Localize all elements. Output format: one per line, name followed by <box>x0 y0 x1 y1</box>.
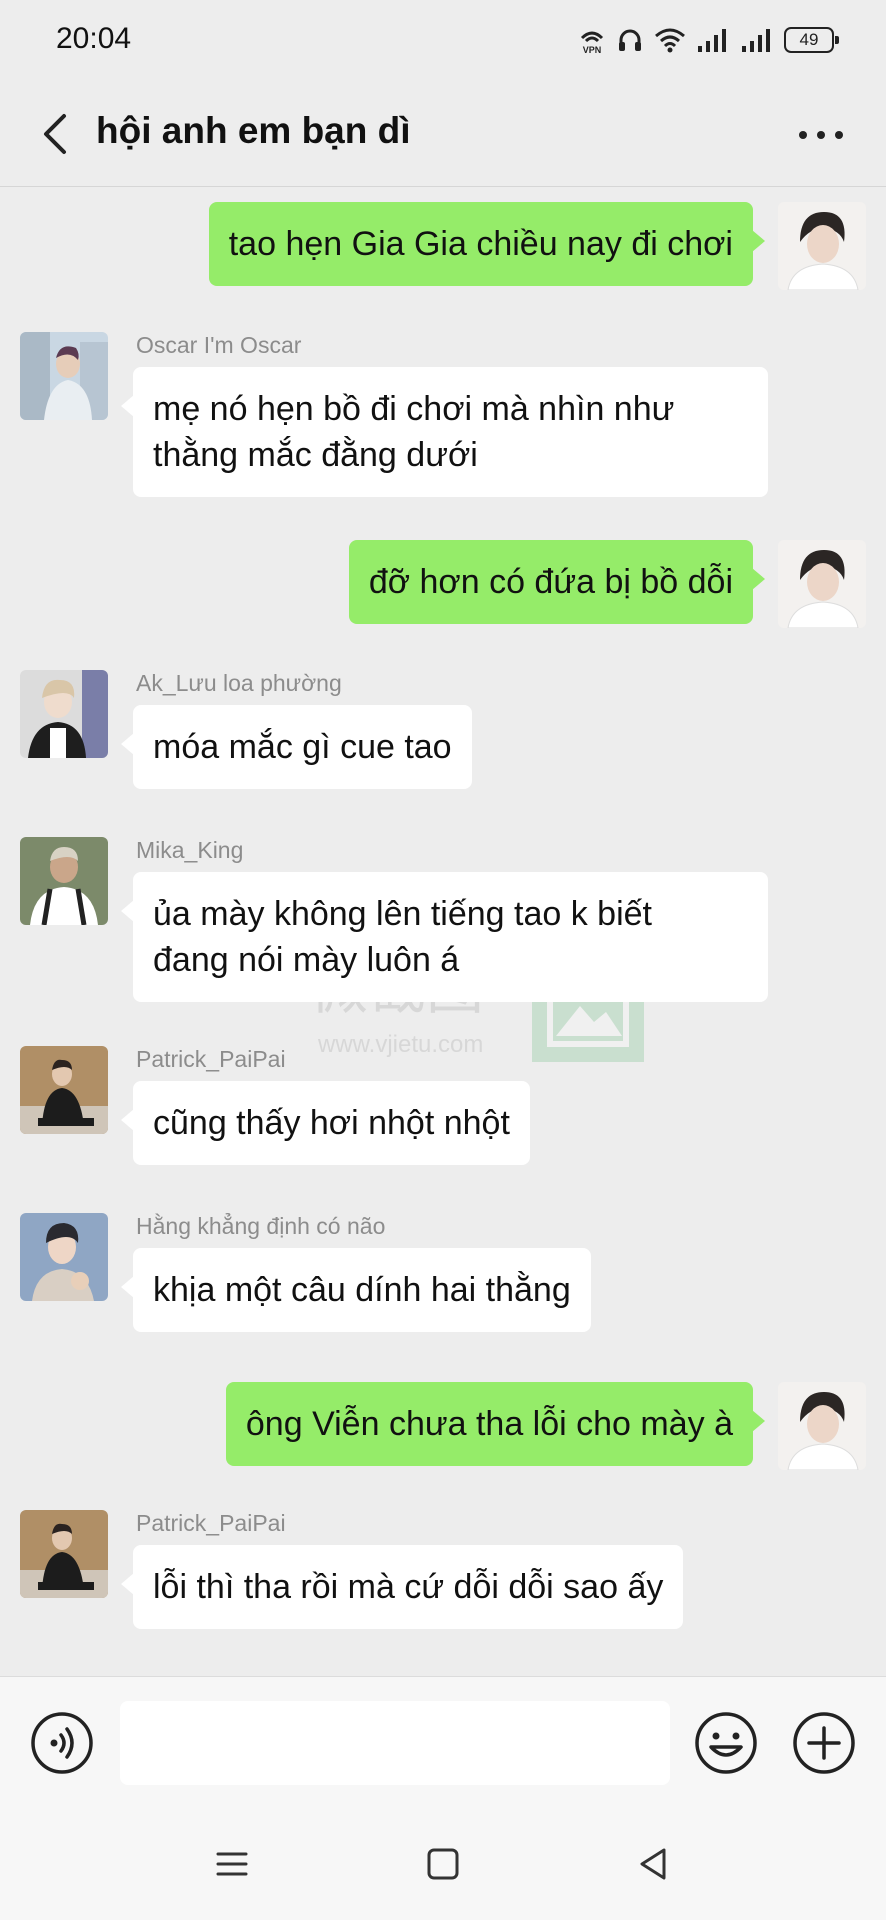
avatar-mika-king[interactable] <box>20 837 108 925</box>
more-dots-icon <box>799 131 807 139</box>
nav-recents-button[interactable] <box>210 1842 254 1886</box>
emoji-icon <box>695 1712 757 1774</box>
status-time: 20:04 <box>56 22 132 55</box>
avatar-hang[interactable] <box>20 1213 108 1301</box>
message-list[interactable]: tao hẹn Gia Gia chiều nay đi chơi Oscar … <box>0 188 886 1676</box>
avatar-self[interactable] <box>778 1382 866 1470</box>
message-text: tao hẹn Gia Gia chiều nay đi chơi <box>228 225 733 263</box>
vpn-icon: VPN <box>580 31 604 54</box>
chat-title: hội anh em bạn dì <box>96 110 411 151</box>
sender-name: Oscar I'm Oscar <box>136 332 302 358</box>
system-nav-bar <box>0 1808 886 1920</box>
message-bubble[interactable]: ông Viễn chưa tha lỗi cho mày à <box>225 1382 766 1466</box>
back-button[interactable] <box>30 104 80 164</box>
sender-name: Mika_King <box>136 837 244 863</box>
avatar-self[interactable] <box>778 540 866 628</box>
sender-name: Hằng khẳng định có não <box>136 1213 386 1239</box>
message-text: móa mắc gì cue tao <box>153 728 452 766</box>
message-text-line: ủa mày không lên tiếng tao k biết <box>153 895 652 933</box>
message-text-line: đang nói mày luôn á <box>153 941 460 979</box>
back-icon <box>640 1848 666 1880</box>
signal-icon <box>742 29 770 52</box>
nav-back-button[interactable] <box>632 1842 676 1886</box>
message-text: khịa một câu dính hai thằng <box>153 1271 571 1309</box>
chevron-left-icon <box>44 114 66 154</box>
message-bubble[interactable]: đỡ hơn có đứa bị bồ dỗi <box>348 540 766 624</box>
message-bubble[interactable]: móa mắc gì cue tao <box>121 705 472 789</box>
message-text: đỡ hơn có đứa bị bồ dỗi <box>368 563 733 601</box>
avatar-self[interactable] <box>778 202 866 290</box>
more-options-button[interactable] <box>786 110 856 160</box>
watermark-url: www.vjietu.com <box>317 1031 483 1058</box>
more-actions-button[interactable] <box>792 1711 856 1775</box>
message-bubble[interactable]: tao hẹn Gia Gia chiều nay đi chơi <box>208 202 766 286</box>
voice-icon <box>31 1712 93 1774</box>
battery-icon: 49 <box>784 27 839 53</box>
message-bubble[interactable]: cũng thấy hơi nhột nhột <box>121 1081 530 1165</box>
message-text: lỗi thì tha rồi mà cứ dỗi dỗi sao ấy <box>153 1568 664 1606</box>
message-text: cũng thấy hơi nhột nhột <box>153 1104 510 1142</box>
voice-button[interactable] <box>30 1711 94 1775</box>
message-text: ông Viễn chưa tha lỗi cho mày à <box>245 1405 733 1443</box>
wifi-icon <box>655 28 685 53</box>
plus-icon <box>793 1712 855 1774</box>
avatar-oscar[interactable] <box>20 332 108 420</box>
headphones-icon <box>619 29 641 51</box>
sender-name: Patrick_PaiPai <box>136 1046 286 1072</box>
menu-icon <box>216 1852 248 1876</box>
input-bar <box>0 1676 886 1808</box>
signal-icon <box>698 29 726 52</box>
message-bubble[interactable]: ủa mày không lên tiếng tao k biết đang n… <box>121 872 768 1002</box>
sender-name: Patrick_PaiPai <box>136 1510 286 1536</box>
svg-text:VPN: VPN <box>583 45 602 54</box>
message-bubble[interactable]: lỗi thì tha rồi mà cứ dỗi dỗi sao ấy <box>120 1545 684 1629</box>
message-bubble[interactable]: mẹ nó hẹn bồ đi chơi mà nhìn như thằng m… <box>121 367 768 497</box>
avatar-ak-luu[interactable] <box>20 670 108 758</box>
message-text-line: mẹ nó hẹn bồ đi chơi mà nhìn như <box>153 390 675 428</box>
status-bar: 20:04 VPN 49 <box>0 0 886 80</box>
sender-name: Ak_Lưu loa phường <box>136 670 342 696</box>
nav-home-button[interactable] <box>421 1842 465 1886</box>
message-input[interactable] <box>120 1701 670 1785</box>
status-icons: VPN 49 <box>578 20 839 60</box>
home-icon <box>427 1848 459 1880</box>
avatar-patrick[interactable] <box>20 1510 108 1598</box>
avatar-patrick[interactable] <box>20 1046 108 1134</box>
message-bubble[interactable]: khịa một câu dính hai thằng <box>121 1248 591 1332</box>
message-text-line: thằng mắc đằng dưới <box>153 436 478 474</box>
emoji-button[interactable] <box>694 1711 758 1775</box>
chat-header: hội anh em bạn dì <box>0 80 886 187</box>
